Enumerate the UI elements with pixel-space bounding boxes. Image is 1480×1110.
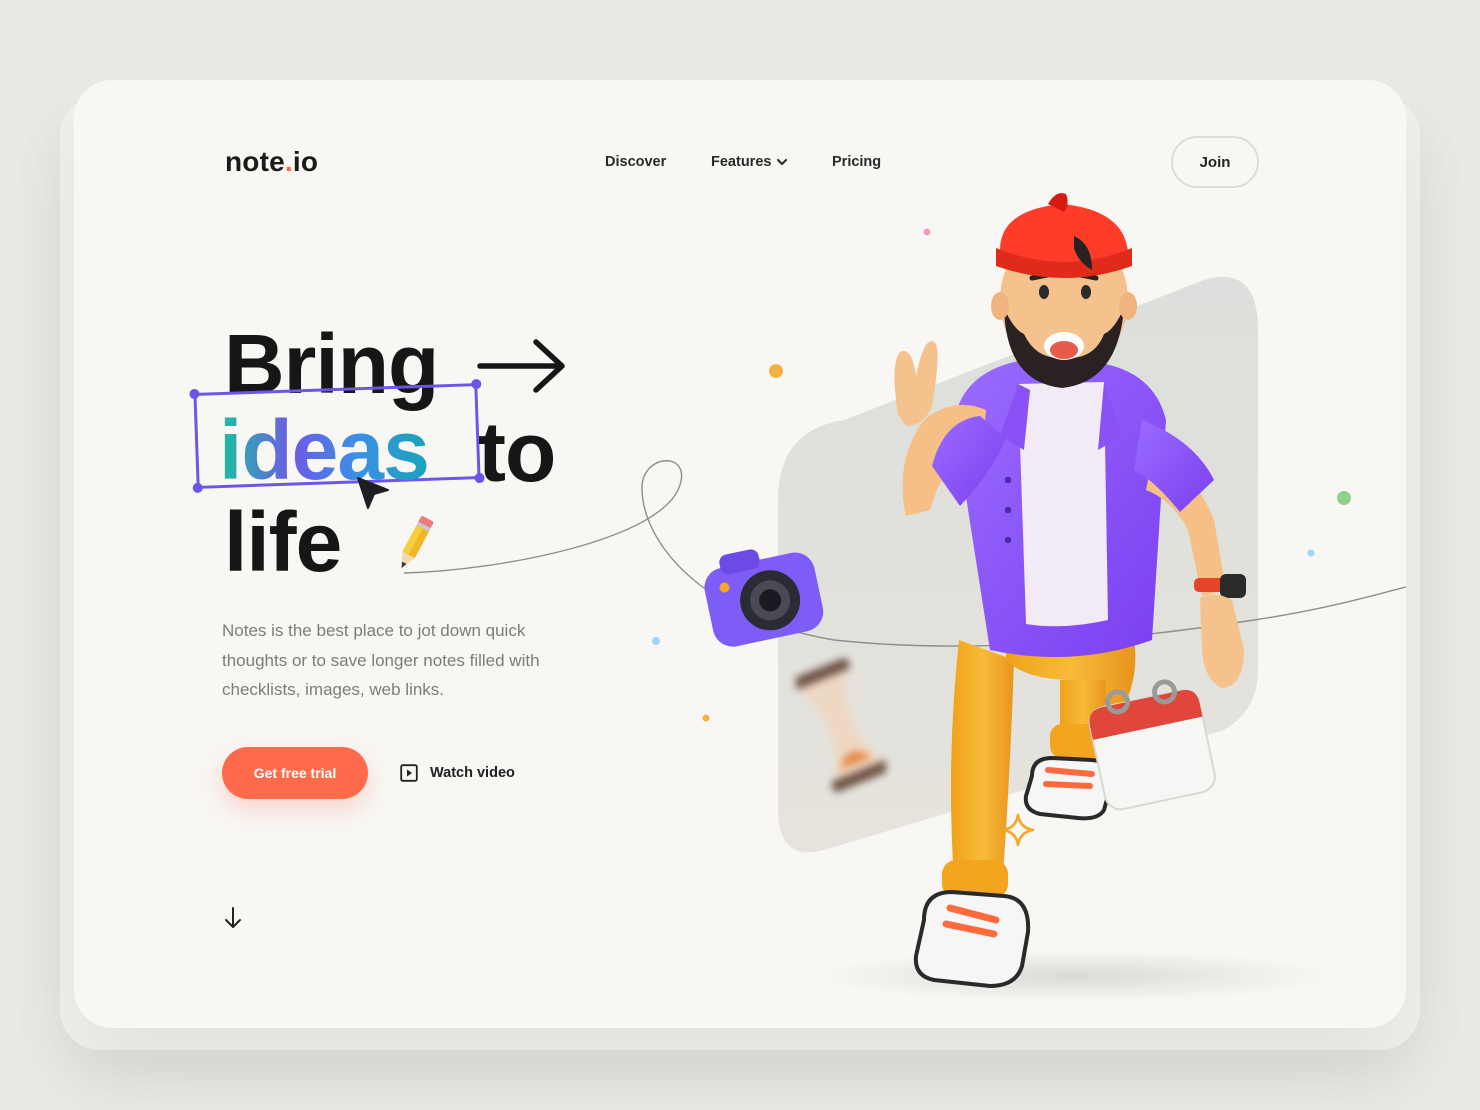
camera-icon: [704, 549, 824, 647]
character-illustration: [814, 193, 1334, 1002]
confetti-dot: [1337, 491, 1351, 505]
brand-name: note: [225, 146, 285, 177]
confetti-dot: [702, 714, 710, 722]
confetti-dot: [652, 637, 660, 645]
play-icon: [400, 764, 418, 782]
hourglass-icon: [796, 658, 886, 793]
arrow-down-icon[interactable]: [224, 906, 242, 930]
brand-suffix: io: [292, 146, 319, 177]
hero-description: Notes is the best place to jot down quic…: [222, 621, 540, 699]
landing-card: note.io Discover Features Pricing Join B…: [74, 80, 1406, 1028]
watch-video-label: Watch video: [430, 765, 515, 781]
brand-logo[interactable]: note.io: [225, 146, 318, 178]
headline-word-ideas: ideas: [219, 403, 430, 497]
brand-dot: .: [284, 146, 293, 177]
sparkle-icon: [1001, 813, 1035, 847]
get-free-trial-button[interactable]: Get free trial: [222, 747, 368, 799]
nav-item-discover[interactable]: Discover: [605, 154, 666, 170]
pencil-icon: [401, 516, 434, 569]
arrow-right-icon: [477, 339, 565, 393]
headline-word-life: life: [224, 495, 342, 589]
headline-word-to: to: [478, 405, 556, 499]
nav-item-features-label: Features: [711, 154, 772, 170]
calendar-icon: [1088, 679, 1216, 811]
watch-video-button[interactable]: Watch video: [400, 764, 515, 782]
cursor-icon: [357, 477, 389, 509]
